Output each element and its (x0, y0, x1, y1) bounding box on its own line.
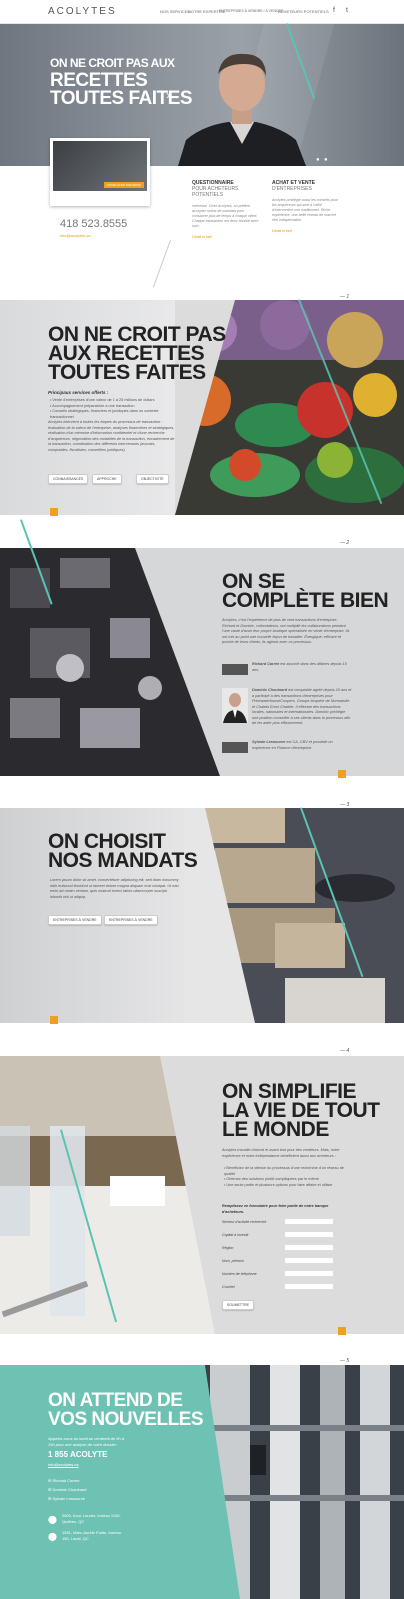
field-label: Numéro de téléphone (222, 1272, 257, 1276)
column-subtitle: POUR ACHETEURS POTENTIELS (192, 186, 239, 198)
section-marker[interactable] (338, 770, 346, 778)
field-label: Région (222, 1246, 234, 1250)
contact-person[interactable]: ✉ Sylvain Lessource (48, 1496, 85, 1502)
phone-number: 418 523.8555 (60, 218, 128, 230)
list-item: • Bénéficiez de la vitesse du processus … (224, 1166, 344, 1176)
section-title-line2: COMPLÈTE BIEN (222, 589, 389, 612)
name-input[interactable] (284, 1257, 334, 1264)
contact-phone: 1 855 ACOLYTE (48, 1450, 108, 1459)
services-subtitle: Principaux services offerts : (48, 390, 109, 395)
field-label: Courriel (222, 1285, 235, 1289)
section-paragraph: Acolytes travaille d'abord et avant tout… (222, 1148, 340, 1158)
sector-input[interactable] (284, 1218, 334, 1225)
column-text: Acolytes privilégie aussi les conseils p… (272, 198, 338, 223)
person-portrait (178, 53, 306, 166)
section-title-line2: NOS MANDATS (48, 849, 198, 872)
person-bio: Richard Carrée est associé dans des affa… (252, 662, 347, 672)
section-title-line2: VOS NOUVELLES (48, 1409, 204, 1430)
top-nav: ACOLYTES NOS SERVICES NOTRE EXPERTISE EN… (0, 0, 404, 24)
building-photo (180, 1365, 404, 1599)
section-title-line1: ON ATTEND DE (48, 1390, 183, 1411)
column-questionnaire: QUESTIONNAIRE POUR ACHETEURS POTENTIELS … (192, 180, 260, 239)
section-number: — 5 (340, 1358, 350, 1364)
twitter-icon[interactable]: t (346, 7, 348, 14)
crates-photo (185, 808, 404, 1023)
field-label: Capital à investir (222, 1233, 249, 1237)
nav-item-buyers[interactable]: ACHETEURS POTENTIELS (278, 9, 329, 14)
avatar (222, 742, 248, 753)
person-name: Dominic Chouinard (252, 688, 288, 692)
benefits-list: • Bénéficiez de la vitesse du processus … (224, 1166, 348, 1188)
map-pin-icon: ⬤ (48, 1515, 57, 1524)
section-title-line3: LE MONDE (222, 1118, 329, 1141)
section-marker[interactable] (50, 508, 58, 516)
hero-title-line3: TOUTES FAITES (50, 88, 193, 109)
section-number: — 4 (340, 1048, 350, 1054)
card-button[interactable]: CONSULTER PAR BOSS (103, 182, 144, 188)
list-item: • Conseils stratégiques, financiers et j… (50, 409, 159, 419)
section-marker[interactable] (338, 1327, 346, 1335)
contact-intro: Appelez-nous du lundi au vendredi de 8h … (48, 1436, 125, 1447)
workshop-photo (0, 548, 220, 776)
map-pin-icon: ⬤ (48, 1532, 57, 1541)
approche-button[interactable]: APPROCHE (92, 474, 122, 484)
phone-pen-image: CONSULTER PAR BOSS (53, 141, 147, 191)
column-achat-vente: ACHAT ET VENTE D'ENTREPRISES Acolytes pr… (272, 180, 340, 233)
person-bio: Dominic Chouinard est comptable agréé de… (252, 688, 352, 725)
contact-person[interactable]: ✉ Richard Carrée (48, 1478, 80, 1484)
person-bio: Sylvain Lessource est CA, CBV et possède… (252, 740, 333, 750)
column-text: Intéressé. Chez Acolytes, on préfère acc… (192, 204, 259, 229)
contact-person[interactable]: ✉ Dominic Chouinard (48, 1487, 86, 1493)
list-item: • Une seule partie et plusieurs options … (224, 1182, 333, 1187)
entreprises-button[interactable]: ENTREPRISES À VENDRE (48, 915, 102, 925)
section-paragraph: Acolytes intervient à toutes les étapes … (48, 420, 175, 452)
decorative-line (152, 240, 171, 288)
field-label: Nom, prénom (222, 1259, 244, 1263)
email-link[interactable]: info@acolytes.ca (60, 233, 91, 238)
facebook-icon[interactable]: f (333, 7, 335, 14)
logo[interactable]: ACOLYTES (48, 6, 117, 17)
connaissances-button[interactable]: CONNAISSANCES (48, 474, 89, 484)
form-title: Remplissez ce formulaire pour faire part… (222, 1204, 329, 1214)
avatar (222, 664, 248, 675)
address: 1591, Marc-Aurèle Fortin, bureau 150, La… (62, 1530, 121, 1541)
submit-button[interactable]: SOUMETTRE (222, 1300, 254, 1310)
column-link[interactable]: Détail et tarif (192, 235, 260, 239)
objectivite-button[interactable]: OBJECTIVITÉ (136, 474, 169, 484)
column-subtitle: D'ENTREPRISES (272, 186, 312, 192)
carousel-dot-1[interactable]: ● (316, 157, 320, 163)
services-list: • Vente d'entreprises d'une valeur de 1 … (50, 398, 180, 420)
avatar (222, 688, 248, 723)
section-number: — 2 (340, 540, 350, 546)
section-title-line3: TOUTES FAITES (48, 361, 206, 384)
entreprises-button-2[interactable]: ENTREPRISES À VENDRE (104, 915, 158, 925)
section-paragraph: Lorem ipsum dolor sit amet, consectetuer… (50, 878, 179, 899)
region-input[interactable] (284, 1244, 334, 1251)
section-marker[interactable] (50, 1016, 58, 1024)
email-input[interactable] (284, 1283, 334, 1290)
carousel-dot-2[interactable]: ● (324, 157, 328, 163)
phone-input[interactable] (284, 1270, 334, 1277)
field-label: Secteur d'activité recherché (222, 1220, 267, 1224)
person-name: Richard Carrée (252, 662, 280, 666)
contact-email[interactable]: info@acolytes.ca (48, 1462, 79, 1468)
nav-item-for-sale[interactable]: ENTREPRISES À VENDRE / À VENDRE (219, 9, 283, 13)
section-paragraph: Acolytes, c'est l'expérience de plus de … (222, 618, 350, 644)
column-link[interactable]: Détail et tarif (272, 229, 340, 233)
person-name: Sylvain Lessource (252, 740, 286, 744)
nav-item-services[interactable]: NOS SERVICES (160, 9, 190, 14)
hero-title-line1: ON NE CROIT PAS AUX (50, 56, 175, 70)
chevron-right-icon[interactable]: › (166, 88, 170, 102)
capital-input[interactable] (284, 1231, 334, 1238)
address: 2600, boul. Laurier, bureau 1100, Québec… (62, 1513, 121, 1524)
featured-card[interactable]: CONSULTER PAR BOSS (50, 138, 150, 206)
